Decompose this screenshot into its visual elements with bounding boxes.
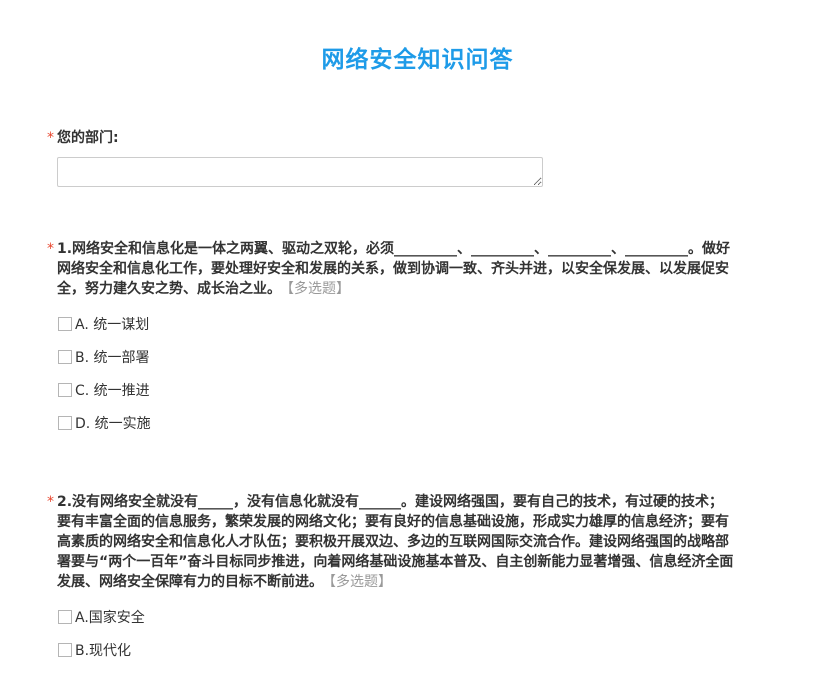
checkbox[interactable] (58, 610, 72, 624)
question-header: * 2.没有网络安全就没有_____，没有信息化就没有______。建设网络强国… (47, 492, 787, 592)
required-star: * (47, 494, 54, 510)
checkbox[interactable] (58, 416, 72, 430)
question-text-line: 发展、网络安全保障有力的目标不断前进。 (57, 574, 323, 590)
question-text: 您的部门: (57, 130, 119, 146)
option-label: B. 统一部署 (75, 350, 150, 366)
question-text-line: 1.网络安全和信息化是一体之两翼、驱动之双轮，必须_________、_____… (57, 241, 731, 257)
option-b[interactable]: B.现代化 (58, 640, 131, 660)
question-header: * 您的部门: (47, 128, 787, 148)
question-text-line: 署要与“两个一百年”奋斗目标同步推进，向着网络基础设施基本普及、自主创新能力显著… (57, 554, 734, 570)
question-text-line: 要有丰富全面的信息服务，繁荣发展的网络文化；要有良好的信息基础设施，形成实力雄厚… (57, 514, 729, 530)
option-b[interactable]: B. 统一部署 (58, 347, 150, 367)
checkbox[interactable] (58, 383, 72, 397)
option-label: A. 统一谋划 (75, 317, 150, 333)
question-text-line: 高素质的网络安全和信息化人才队伍；要积极开展双边、多边的互联网国际交流合作。建设… (57, 534, 729, 550)
option-label: A.国家安全 (75, 610, 145, 626)
checkbox[interactable] (58, 643, 72, 657)
required-star: * (47, 130, 54, 146)
option-label: D. 统一实施 (75, 416, 151, 432)
question-1: * 1.网络安全和信息化是一体之两翼、驱动之双轮，必须_________、___… (47, 239, 787, 299)
question-text-line: 全，努力建久安之势、成长治之业。 (57, 281, 281, 297)
question-header: * 1.网络安全和信息化是一体之两翼、驱动之双轮，必须_________、___… (47, 239, 787, 299)
question-2: * 2.没有网络安全就没有_____，没有信息化就没有______。建设网络强国… (47, 492, 787, 592)
checkbox[interactable] (58, 350, 72, 364)
option-a[interactable]: A. 统一谋划 (58, 314, 149, 334)
question-type-tag: 【多选题】 (287, 281, 350, 297)
question-text-line: 网络安全和信息化工作，要处理好安全和发展的关系，做到协调一致、齐头并进，以安全保… (57, 261, 729, 277)
department-input-wrap (57, 157, 543, 191)
option-c[interactable]: C. 统一推进 (58, 380, 150, 400)
checkbox[interactable] (58, 317, 72, 331)
question-text-line: 2.没有网络安全就没有_____，没有信息化就没有______。建设网络强国，要… (57, 494, 724, 510)
survey-title: 网络安全知识问答 (321, 47, 514, 73)
option-label: C. 统一推进 (75, 383, 150, 399)
survey-page: 网络安全知识问答 * 您的部门: * 1.网络安全和信息化是一体之两翼、驱动之双… (0, 0, 835, 673)
option-d[interactable]: D. 统一实施 (58, 413, 151, 433)
question-department: * 您的部门: (47, 128, 787, 148)
question-type-tag: 【多选题】 (329, 574, 392, 590)
option-a[interactable]: A.国家安全 (58, 607, 145, 627)
option-label: B.现代化 (75, 643, 132, 659)
department-input[interactable] (57, 157, 543, 187)
required-star: * (47, 241, 54, 257)
